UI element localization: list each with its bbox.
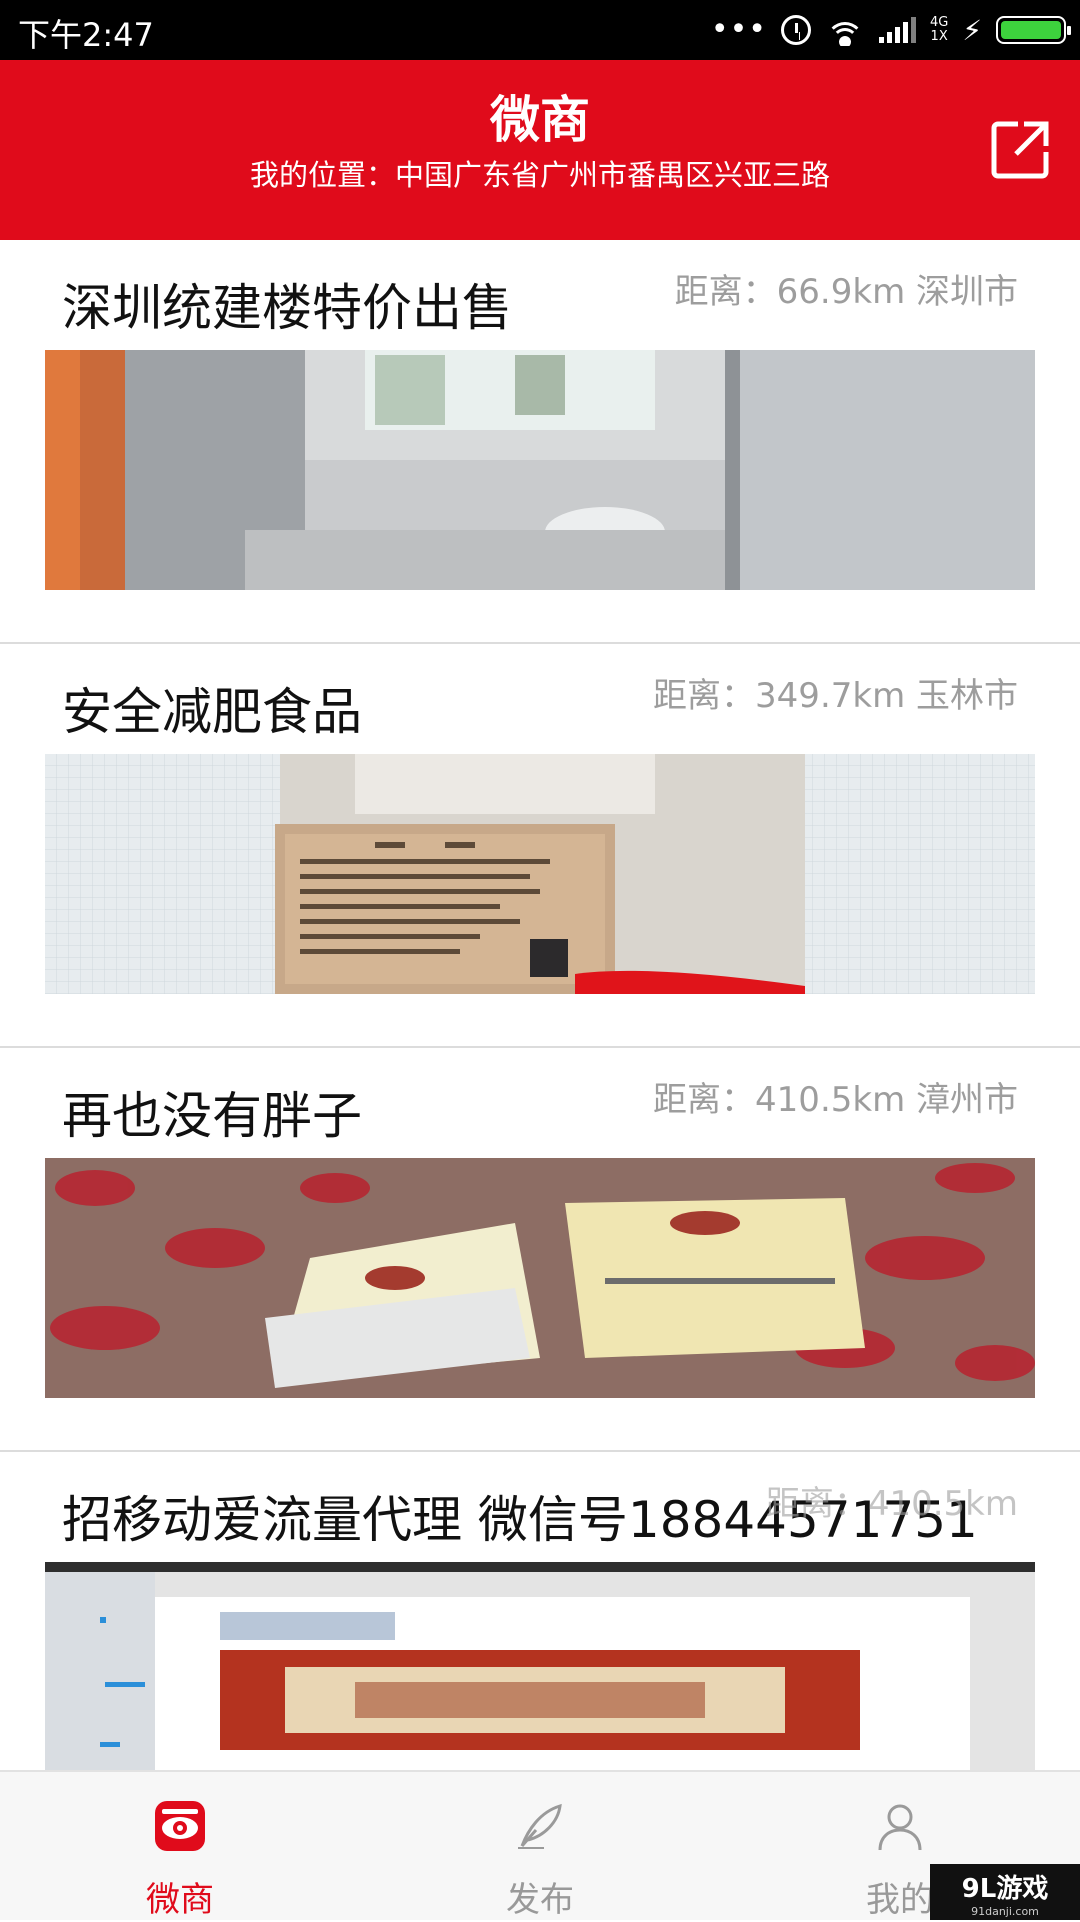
listing-distance: 距离：349.7km 玉林市 [653,676,1018,716]
listing-distance: 距离：66.9km 深圳市 [674,272,1018,312]
tab-label: 微商 [146,1880,214,1920]
site-watermark: 9L游戏 91danji.com [930,1864,1080,1920]
signal-icon [878,17,916,43]
battery-icon [996,16,1071,44]
charging-icon: ⚡ [962,13,982,47]
watermark-brand: 9L游戏 [961,1874,1049,1904]
more-dots-icon: ••• [710,12,767,47]
tab-label: 发布 [506,1880,574,1920]
listing-photo-screenshot [45,1562,1035,1770]
page-title: 微商 [490,91,590,149]
bottom-tab-bar: 微商 发布 我的 9L游戏 91danji.com [0,1770,1080,1920]
listing-title: 再也没有胖子 [62,1087,362,1145]
alarm-icon [780,15,811,45]
listing-item[interactable]: 再也没有胖子 距离：410.5km 漳州市 [0,1048,1080,1452]
listing-item[interactable]: 招移动爱流量代理 微信号18844571751 距离：410.5km [0,1452,1080,1770]
listing-photo-supplement-jar [45,754,1035,994]
network-type-label: 4G 1X [929,15,949,44]
listing-distance: 距离：410.5km 漳州市 [653,1080,1018,1120]
share-button[interactable] [988,118,1052,182]
listing-title: 深圳统建楼特价出售 [62,279,512,337]
listing-title: 安全减肥食品 [62,683,362,741]
listing-photo-booklets [45,1158,1035,1398]
my-location: 我的位置：中国广东省广州市番禺区兴亚三路 [249,158,830,192]
watermark-url: 91danji.com [971,1905,1039,1918]
listing-item[interactable]: 深圳统建楼特价出售 距离：66.9km 深圳市 [0,240,1080,644]
feather-pen-icon [518,1803,562,1849]
listing-distance: 距离：410.5km [765,1484,1018,1524]
listing-photo-bathroom [45,350,1035,590]
status-icons: ••• 4G 1X ⚡ [710,10,1071,50]
app-header: 微商 我的位置：中国广东省广州市番禺区兴亚三路 [0,60,1080,240]
tab-weishang[interactable]: 微商 [90,1772,270,1922]
share-icon [991,121,1049,179]
tab-publish[interactable]: 发布 [450,1772,630,1922]
status-time: 下午2:47 [18,16,154,54]
status-bar: 下午2:47 ••• 4G 1X ⚡ [0,0,1080,60]
wifi-icon [825,14,865,46]
listing-item[interactable]: 安全减肥食品 距离：349.7km 玉林市 [0,644,1080,1048]
eye-icon [155,1801,205,1851]
listing-feed[interactable]: 深圳统建楼特价出售 距离：66.9km 深圳市 安全减肥食品 距离：349.7k… [0,240,1080,1770]
user-icon [878,1804,922,1851]
